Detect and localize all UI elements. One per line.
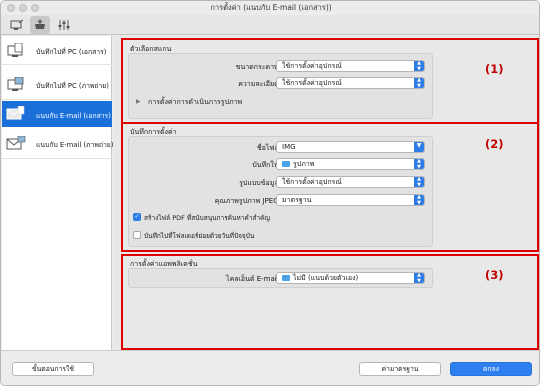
sidebar-item-email-document[interactable]: แนบกับ E-mail (เอกสาร)	[2, 101, 112, 127]
resolution-value: ใช้การตั้งค่าอุปกรณ์	[282, 79, 342, 87]
jpeg-quality-dropdown[interactable]: มาตรฐาน ▲ ▼	[276, 194, 425, 206]
sidebar-item-label: แนบกับ E-mail (ภาพถ่าย)	[36, 141, 114, 149]
zoom-window-button[interactable]	[31, 4, 39, 12]
searchable-pdf-label: สร้างไฟล์ PDF ที่สนับสนุนการค้นหาคำสำคัญ	[144, 214, 270, 222]
settings-window: การตั้งค่า (แนบกับ E-mail (เอกสาร)) บันท…	[0, 0, 540, 386]
sidebar-item-label: บันทึกไปที่ PC (ภาพถ่าย)	[36, 82, 109, 90]
chevron-down-icon: ▼	[414, 142, 424, 152]
save-in-value: รูปภาพ	[293, 160, 315, 168]
save-in-dropdown[interactable]: รูปภาพ ▲ ▼	[276, 158, 425, 170]
minimize-window-button[interactable]	[19, 4, 27, 12]
sidebar-item-email-photo[interactable]: แนบกับ E-mail (ภาพถ่าย)	[2, 133, 114, 156]
sidebar-item-save-to-pc-photo[interactable]: บันทึกไปที่ PC (ภาพถ่าย)	[2, 74, 112, 97]
resolution-label: ความละเอียด:	[238, 80, 281, 88]
section-marker-2: (2)	[485, 137, 504, 151]
subfolder-date-checkbox[interactable]	[133, 231, 141, 239]
instructions-button[interactable]: ขั้นตอนการใช้	[12, 362, 94, 376]
data-format-label: รูปแบบข้อมูล:	[239, 179, 281, 187]
chevron-updown-icon: ▲ ▼	[414, 61, 424, 71]
chevron-updown-icon: ▲ ▼	[414, 78, 424, 88]
section-marker-1: (1)	[485, 62, 504, 76]
jpeg-quality-label: คุณภาพรูปภาพ JPEG:	[214, 197, 281, 205]
file-name-label: ชื่อไฟล์:	[256, 144, 281, 152]
window-title: การตั้งค่า (แนบกับ E-mail (เอกสาร))	[210, 3, 332, 12]
searchable-pdf-checkbox[interactable]: ✓	[133, 213, 141, 221]
email-photo-icon	[6, 136, 26, 150]
paper-size-dropdown[interactable]: ใช้การตั้งค่าอุปกรณ์ ▲ ▼	[276, 60, 425, 72]
footer-bar: ขั้นตอนการใช้ ค่ามาตรฐาน ตกลง	[1, 350, 539, 385]
jpeg-quality-value: มาตรฐาน	[282, 196, 312, 204]
chevron-updown-icon: ▲ ▼	[414, 195, 424, 205]
subfolder-date-label: บันทึกไปที่โฟลเดอร์ย่อยด้วยวันที่ปัจจุบั…	[144, 232, 255, 240]
email-client-dropdown[interactable]: ไม่มี (แนบด้วยตัวเอง) ▲ ▼	[276, 272, 425, 284]
folder-icon	[282, 161, 290, 167]
sidebar-item-label: บันทึกไปที่ PC (เอกสาร)	[36, 48, 107, 56]
section-marker-3: (3)	[485, 268, 504, 282]
resolution-dropdown[interactable]: ใช้การตั้งค่าอุปกรณ์ ▲ ▼	[276, 77, 425, 89]
file-name-combobox[interactable]: IMG ▼	[276, 141, 425, 153]
sidebar-divider	[2, 158, 112, 159]
chevron-updown-icon: ▲ ▼	[414, 273, 424, 283]
paper-size-label: ขนาดกระดาษ:	[235, 63, 281, 71]
toolbar	[1, 15, 539, 35]
defaults-button[interactable]: ค่ามาตรฐาน	[359, 362, 441, 376]
disclosure-triangle-icon[interactable]: ▶	[136, 98, 141, 105]
data-format-dropdown[interactable]: ใช้การตั้งค่าอุปกรณ์ ▲ ▼	[276, 176, 425, 188]
email-client-value: ไม่มี (แนบด้วยตัวเอง)	[293, 274, 359, 282]
tab-scan-from-operation-panel[interactable]	[30, 16, 50, 34]
save-in-label: บันทึกใน:	[252, 161, 281, 169]
paper-size-value: ใช้การตั้งค่าอุปกรณ์	[282, 62, 342, 70]
file-name-value: IMG	[282, 143, 296, 151]
email-client-label: ไคลเอ็นต์ E-mail:	[226, 275, 281, 283]
general-settings-icon	[58, 20, 70, 30]
folder-icon	[282, 275, 290, 281]
sidebar: บันทึกไปที่ PC (เอกสาร) บันทึกไปที่ PC (…	[2, 36, 114, 350]
chevron-updown-icon: ▲ ▼	[414, 177, 424, 187]
settings-content: ตัวเลือกสแกน ขนาดกระดาษ: ใช้การตั้งค่าอุ…	[113, 36, 539, 350]
sidebar-divider	[2, 64, 112, 65]
close-window-button[interactable]	[7, 4, 15, 12]
sidebar-item-save-to-pc-document[interactable]: บันทึกไปที่ PC (เอกสาร)	[2, 40, 112, 63]
email-document-icon	[6, 106, 25, 120]
ok-button[interactable]: ตกลง	[450, 362, 532, 376]
tab-scan-from-computer[interactable]	[7, 16, 27, 34]
scan-from-computer-icon	[10, 19, 24, 30]
save-to-pc-document-icon	[7, 43, 23, 57]
sidebar-divider	[2, 99, 112, 100]
save-to-pc-photo-icon	[7, 77, 24, 91]
scan-from-operation-panel-icon	[35, 19, 45, 29]
sidebar-item-label: แนบกับ E-mail (เอกสาร)	[36, 112, 111, 120]
image-processing-settings-toggle[interactable]: การตั้งค่าการดำเนินการรูปภาพ	[148, 97, 242, 108]
chevron-updown-icon: ▲ ▼	[414, 159, 424, 169]
title-bar: การตั้งค่า (แนบกับ E-mail (เอกสาร))	[1, 1, 539, 15]
tab-general-settings[interactable]	[54, 16, 74, 34]
data-format-value: ใช้การตั้งค่าอุปกรณ์	[282, 178, 342, 186]
